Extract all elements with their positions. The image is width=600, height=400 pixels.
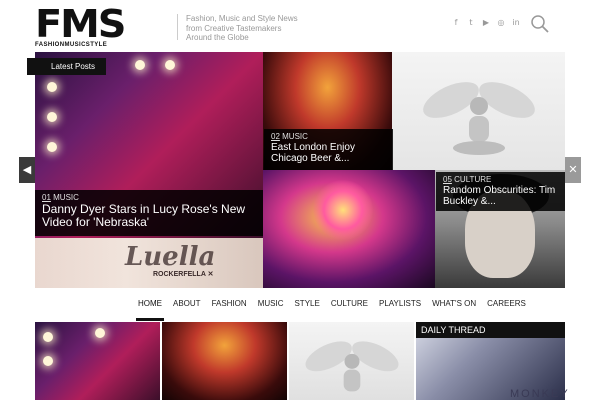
daily-thread-label: DAILY THREAD — [416, 322, 565, 338]
stage-light — [43, 332, 53, 342]
latest-posts-badge: Latest Posts — [27, 58, 107, 75]
rockerfella-sign: ROCKERFELLA ✕ — [153, 271, 214, 278]
post-category: 02 MUSIC — [271, 132, 387, 141]
nav-item-home[interactable]: HOME — [138, 299, 162, 308]
post-category-label: CULTURE — [454, 175, 492, 184]
post-image-luella[interactable]: Luella ROCKERFELLA ✕ — [35, 238, 263, 288]
post-title[interactable]: Danny Dyer Stars in Lucy Rose's New Vide… — [42, 203, 257, 229]
social-links: f t ▶ ◎ in — [452, 18, 520, 27]
post-category-label: MUSIC — [282, 132, 308, 141]
monkey-text: MONKEY — [510, 388, 570, 400]
nav-item-whats-on[interactable]: WHAT'S ON — [432, 299, 476, 308]
stage-light — [43, 356, 53, 366]
nav-item-fashion[interactable]: FASHION — [212, 299, 247, 308]
nav-item-about[interactable]: ABOUT — [173, 299, 201, 308]
fairy-illustration — [304, 341, 399, 392]
facebook-icon[interactable]: f — [452, 18, 460, 27]
slider-prev-button[interactable]: ◀ — [19, 157, 35, 183]
post-caption-3[interactable]: 05 CULTURE Random Obscurities: Tim Buckl… — [436, 172, 565, 211]
post-title[interactable]: East London Enjoy Chicago Beer &... — [271, 142, 387, 164]
stage-light — [135, 60, 145, 70]
post-image-festival[interactable] — [263, 170, 435, 288]
instagram-icon[interactable]: ◎ — [497, 18, 505, 27]
site-tagline: Fashion, Music and Style News from Creat… — [186, 14, 298, 42]
luella-sign: Luella — [125, 242, 216, 272]
stage-light — [47, 142, 57, 152]
post-title[interactable]: Random Obscurities: Tim Buckley &... — [443, 185, 559, 207]
post-caption-2[interactable]: 02 MUSIC East London Enjoy Chicago Beer … — [264, 129, 393, 170]
search-icon[interactable] — [530, 14, 550, 34]
post-number: 05 — [443, 175, 452, 184]
fairy-illustration — [422, 82, 535, 155]
post-number: 01 — [42, 193, 51, 202]
linkedin-icon[interactable]: in — [512, 18, 520, 27]
stage-light — [47, 82, 57, 92]
thumb-post-1[interactable] — [35, 322, 160, 400]
thumb-post-3[interactable] — [289, 322, 414, 400]
thumb-post-2[interactable] — [162, 322, 287, 400]
hero-slider: Luella ROCKERFELLA ✕ — [35, 52, 565, 288]
site-logo[interactable]: FMS FASHIONMUSICSTYLE — [35, 5, 126, 48]
logo-mark: FMS — [35, 2, 126, 46]
post-image-fairy[interactable] — [392, 52, 565, 170]
twitter-icon[interactable]: t — [467, 18, 475, 27]
nav-item-style[interactable]: STYLE — [294, 299, 319, 308]
nav-item-playlists[interactable]: PLAYLISTS — [379, 299, 421, 308]
nav-active-indicator — [136, 318, 164, 321]
slider-close-button[interactable]: ✕ — [565, 157, 581, 183]
tagline-divider — [177, 14, 178, 40]
stage-light — [165, 60, 175, 70]
post-category: 05 CULTURE — [443, 175, 559, 184]
post-number: 02 — [271, 132, 280, 141]
youtube-icon[interactable]: ▶ — [482, 18, 490, 27]
post-caption-1[interactable]: 01 MUSIC Danny Dyer Stars in Lucy Rose's… — [35, 190, 263, 236]
stage-light — [47, 112, 57, 122]
nav-item-culture[interactable]: CULTURE — [331, 299, 368, 308]
flower-crown — [313, 180, 373, 240]
nav-item-music[interactable]: MUSIC — [258, 299, 284, 308]
post-category: 01 MUSIC — [42, 193, 257, 202]
post-category-label: MUSIC — [53, 193, 79, 202]
nav-item-careers[interactable]: CAREERS — [487, 299, 526, 308]
main-nav: HOME ABOUT FASHION MUSIC STYLE CULTURE P… — [138, 299, 526, 308]
stage-light — [95, 328, 105, 338]
